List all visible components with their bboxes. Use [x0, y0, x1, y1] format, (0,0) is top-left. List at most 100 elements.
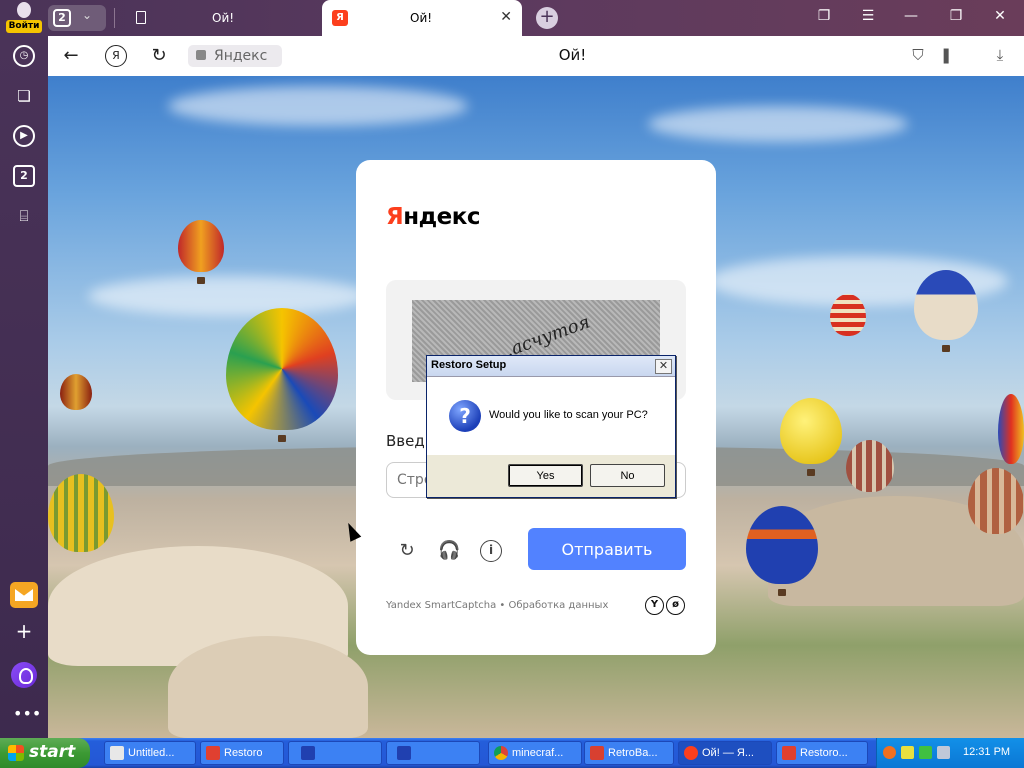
balloon	[914, 270, 978, 352]
chevron-down-icon: ⌄	[82, 8, 93, 22]
document-icon	[136, 11, 146, 24]
balloon	[226, 308, 338, 442]
chrome-icon	[494, 746, 508, 760]
yandex-favicon-icon: Я	[332, 10, 348, 26]
mail-icon[interactable]	[10, 582, 38, 608]
submit-button[interactable]: Отправить	[528, 528, 686, 570]
dialog-titlebar[interactable]: Restoro Setup ✕	[427, 356, 675, 377]
rock-formation	[168, 636, 368, 738]
taskbar-item-restoro-2[interactable]: Restoro...	[776, 741, 868, 765]
balloon-basket	[278, 435, 286, 442]
taskbar-item-label: Untitled...	[128, 747, 175, 759]
add-panel-icon[interactable]: +	[13, 620, 35, 642]
cloud	[168, 86, 468, 126]
bookmarks-icon[interactable]: ❏	[13, 85, 35, 107]
balloon	[780, 398, 842, 476]
bookmark-icon[interactable]: ❚	[936, 46, 956, 64]
browser-sidebar: ◷ ❏ ▶ 2 ⌸ + •••	[0, 36, 48, 738]
dialog-message: Would you like to scan your PC?	[489, 409, 648, 421]
balloon-basket	[942, 345, 950, 352]
system-tray: 12:31 PM	[876, 738, 1024, 768]
protect-shield-icon[interactable]: ⛉	[908, 46, 928, 64]
taskbar-item-label: Restoro...	[800, 747, 848, 759]
balloon-basket	[197, 277, 205, 284]
paint-app-icon	[110, 746, 124, 760]
question-icon: ?	[449, 400, 481, 432]
menu-icon[interactable]: ☰	[856, 8, 880, 24]
yes-button[interactable]: Yes	[508, 464, 583, 487]
app-icon	[397, 746, 411, 760]
balloon	[60, 374, 92, 410]
tab-1-label: Ой!	[212, 11, 235, 25]
close-window-button[interactable]: ✕	[988, 8, 1012, 24]
tab-1[interactable]: Ой!	[122, 0, 322, 36]
restore-button[interactable]: ❐	[944, 8, 968, 24]
dialog-close-button[interactable]: ✕	[655, 359, 672, 374]
restoro-app-icon	[206, 746, 220, 760]
tabs-badge-icon[interactable]: 2	[13, 165, 35, 187]
search-icon[interactable]	[883, 746, 896, 759]
balloon	[178, 220, 224, 284]
balloon	[846, 440, 894, 492]
tray-app-icon[interactable]	[919, 746, 932, 759]
no-button[interactable]: No	[590, 464, 665, 487]
tab-2-label: Ой!	[410, 11, 433, 25]
video-play-icon[interactable]: ▶	[13, 125, 35, 147]
download-icon[interactable]: ⤓	[990, 46, 1010, 64]
retrobar-icon	[590, 746, 604, 760]
yandex-logo: Яндекс	[386, 204, 481, 230]
volume-muted-icon[interactable]	[937, 746, 950, 759]
history-icon[interactable]: ◷	[13, 45, 35, 67]
tab-2-active[interactable]: Я Ой! ✕	[322, 0, 522, 36]
browser-titlebar: Войти 2 ⌄ Ой! Я Ой! ✕ + ❐ ☰ — ❐ ✕	[0, 0, 1024, 36]
balloon	[998, 394, 1024, 464]
screenshot-camera-icon[interactable]: ⌸	[13, 205, 35, 227]
yandex-browser-icon	[684, 746, 698, 760]
taskbar-item-app-3[interactable]	[288, 741, 382, 765]
page-title: Ой!	[558, 46, 587, 64]
tray-app-icon[interactable]	[901, 746, 914, 759]
taskbar-item-minecraft[interactable]: minecraf...	[488, 741, 582, 765]
taskbar-item-untitled[interactable]: Untitled...	[104, 741, 196, 765]
taskbar-item-label: Ой! — Я...	[702, 747, 754, 759]
refresh-captcha-icon[interactable]: ↻	[396, 540, 418, 562]
minimize-button[interactable]: —	[899, 8, 923, 24]
captcha-footer-text[interactable]: Yandex SmartCaptcha • Обработка данных	[386, 600, 608, 611]
restoro-setup-dialog: Restoro Setup ✕ ? Would you like to scan…	[426, 355, 676, 498]
close-tab-icon[interactable]: ✕	[500, 9, 512, 25]
taskbar-clock[interactable]: 12:31 PM	[963, 746, 1010, 758]
taskbar-item-label: minecraf...	[512, 747, 564, 759]
cloud	[648, 106, 908, 142]
start-button[interactable]: start	[0, 738, 90, 768]
cloud	[88, 276, 368, 316]
balloon	[830, 294, 866, 336]
taskbar-item-label: Restoro	[224, 747, 263, 759]
app-icon	[301, 746, 315, 760]
restoro-app-icon	[782, 746, 796, 760]
balloon	[746, 506, 818, 596]
balloon-basket	[807, 469, 815, 476]
new-tab-button[interactable]: +	[536, 7, 558, 29]
taskbar-item-retrobar[interactable]: RetroBa...	[584, 741, 674, 765]
smartcaptcha-logo-icon: ø	[666, 596, 685, 615]
yandex-y-logo-icon: Y	[645, 596, 664, 615]
alice-assistant-icon[interactable]	[11, 662, 37, 688]
info-icon[interactable]: i	[480, 540, 502, 562]
logo-rest: ндекс	[403, 204, 481, 230]
tab-count-badge: 2	[53, 9, 71, 27]
user-avatar-icon	[17, 2, 31, 18]
collections-icon[interactable]: ❐	[812, 8, 836, 24]
balloon	[48, 474, 114, 552]
taskbar-item-yandex-browser[interactable]: Ой! — Я...	[678, 741, 772, 765]
taskbar-item-app-4[interactable]	[386, 741, 480, 765]
address-bar: ← Я ↻ Яндекс Ой! ⛉ ❚ ⤓	[48, 36, 1024, 76]
more-icon[interactable]: •••	[13, 703, 41, 725]
taskbar-item-restoro[interactable]: Restoro	[200, 741, 284, 765]
taskbar-item-label: RetroBa...	[608, 747, 658, 759]
profile-button[interactable]: Войти	[6, 2, 42, 34]
logo-first-letter: Я	[386, 204, 404, 230]
windows-logo-icon	[8, 745, 24, 761]
audio-captcha-icon[interactable]: 🎧	[438, 540, 460, 562]
tab-divider	[114, 8, 115, 28]
tab-count-button[interactable]: 2 ⌄	[48, 5, 106, 31]
